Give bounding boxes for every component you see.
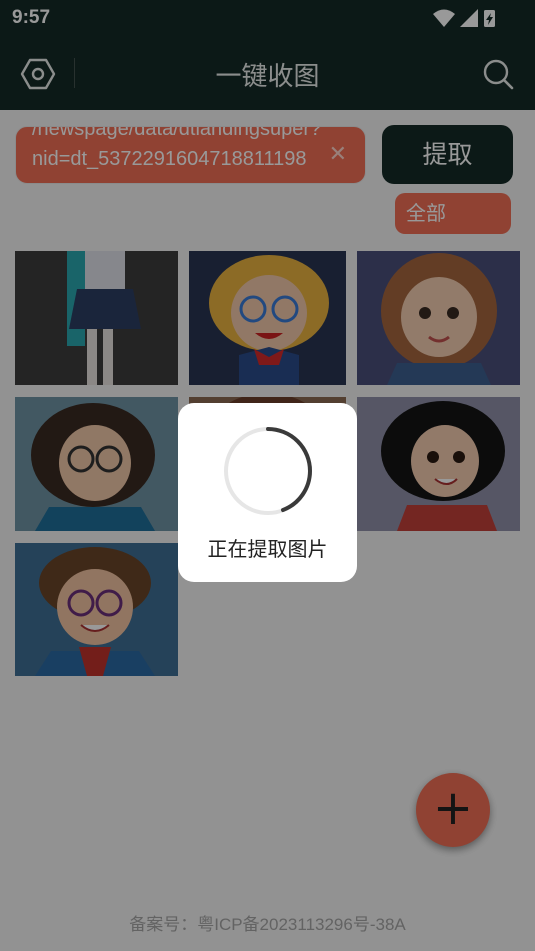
loading-dialog: 正在提取图片 [178,403,357,582]
loading-message: 正在提取图片 [207,537,328,561]
loading-spinner-icon [224,427,313,515]
